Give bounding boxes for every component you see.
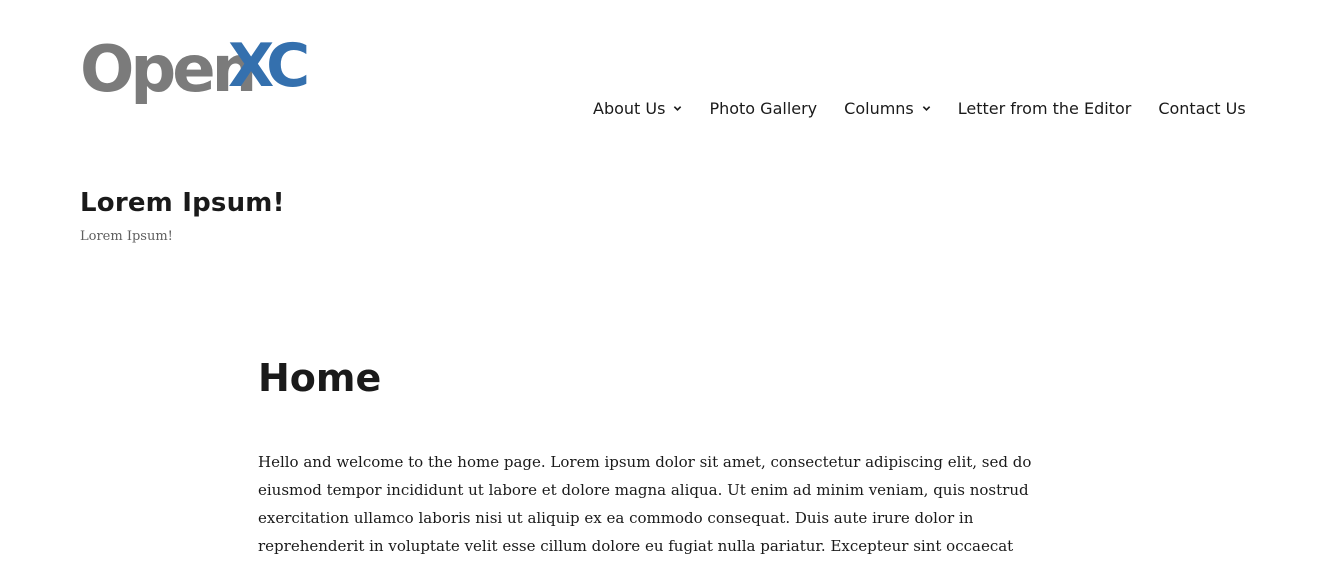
- site-logo[interactable]: Open XC: [80, 34, 320, 104]
- logo-text-xc: XC: [228, 34, 307, 101]
- site-title[interactable]: Lorem Ipsum!: [80, 188, 285, 218]
- nav-item-contact-us[interactable]: Contact Us: [1158, 99, 1245, 118]
- openxc-logo-icon: Open XC: [80, 34, 313, 104]
- nav-item-about-us[interactable]: About Us: [593, 99, 682, 118]
- page-title: Home: [258, 356, 382, 400]
- nav-item-label: About Us: [593, 98, 666, 118]
- page-body-text: Hello and welcome to the home page. Lore…: [258, 453, 1032, 555]
- nav-item-photo-gallery[interactable]: Photo Gallery: [709, 99, 817, 118]
- nav-item-columns[interactable]: Columns: [844, 99, 931, 118]
- nav-item-label: Columns: [844, 98, 914, 118]
- nav-item-label: Photo Gallery: [709, 98, 818, 118]
- nav-item-letter-from-the-editor[interactable]: Letter from the Editor: [958, 99, 1132, 118]
- primary-navigation: About Us Photo Gallery Columns Letter fr…: [593, 96, 1246, 120]
- chevron-down-icon[interactable]: [673, 104, 682, 113]
- site-tagline: Lorem Ipsum!: [80, 229, 173, 244]
- nav-item-label: Contact Us: [1158, 98, 1246, 118]
- nav-item-label: Letter from the Editor: [957, 98, 1132, 118]
- chevron-down-icon[interactable]: [922, 104, 931, 113]
